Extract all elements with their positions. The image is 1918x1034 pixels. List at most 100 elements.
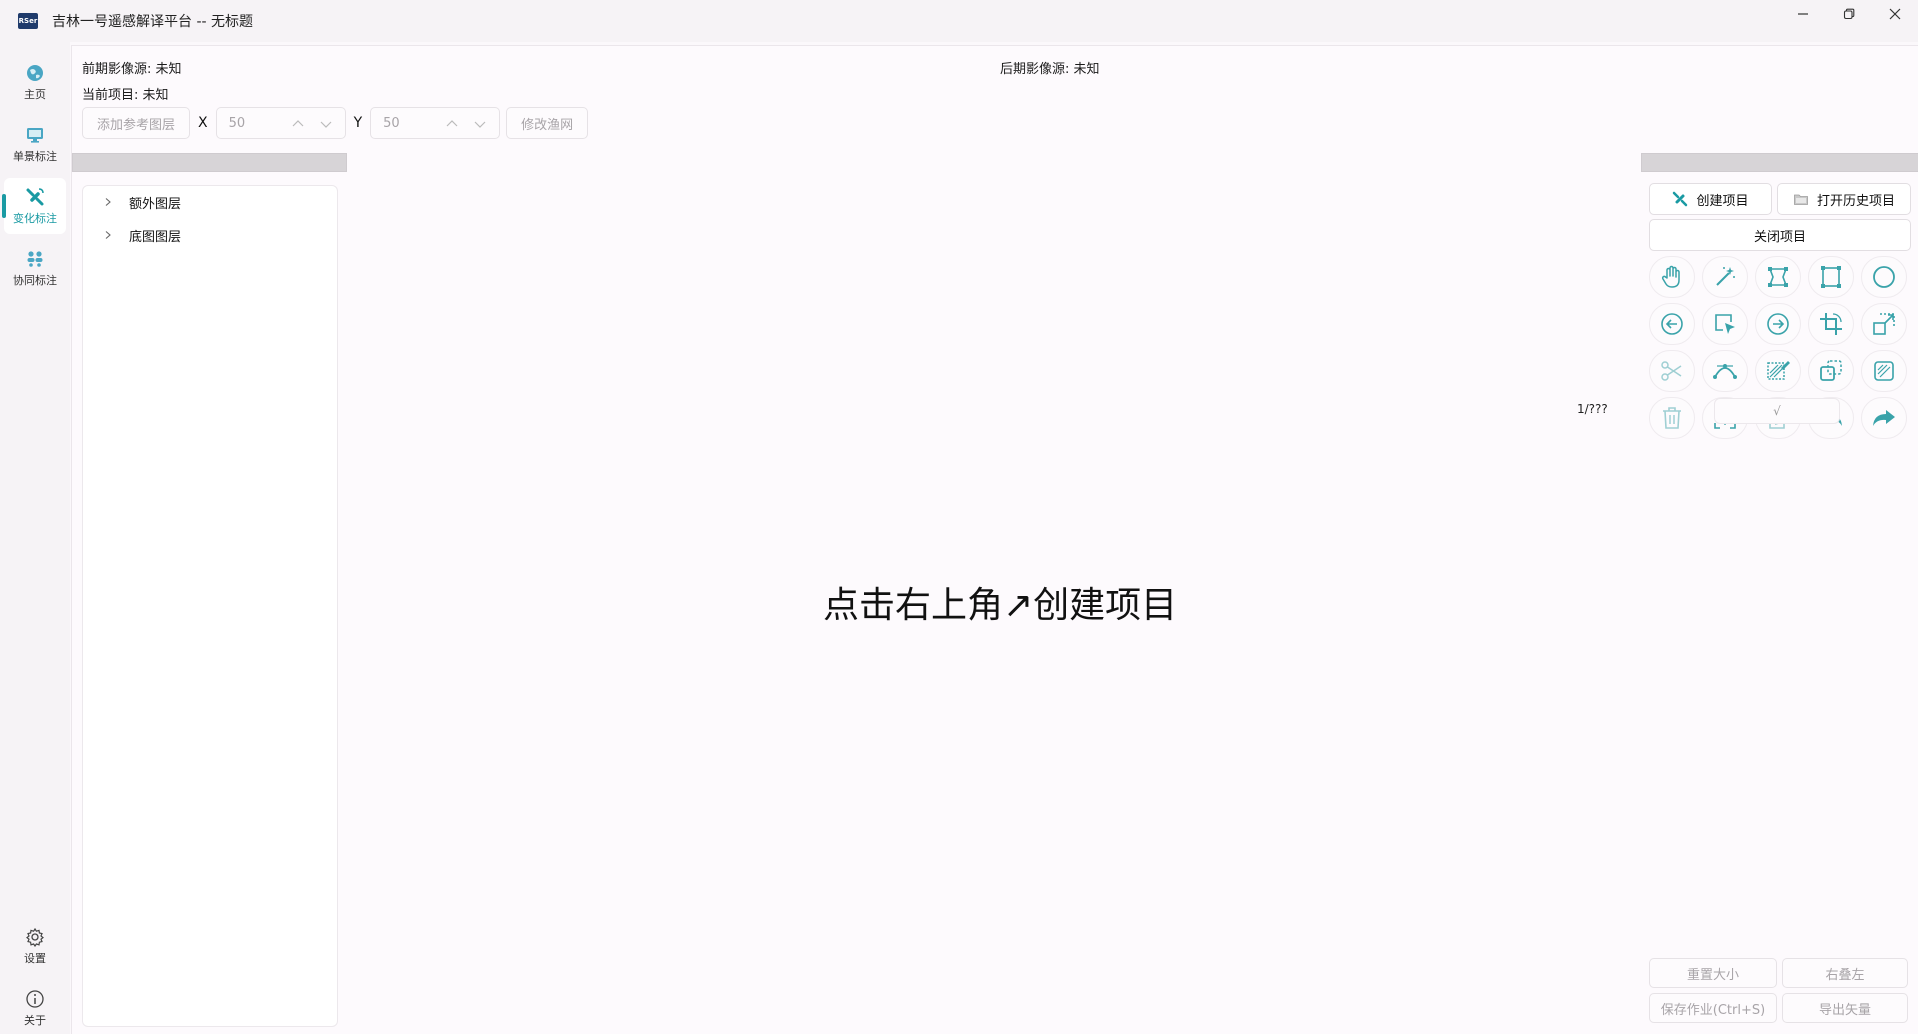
next-button[interactable] xyxy=(1755,303,1801,345)
chevron-right-icon[interactable] xyxy=(103,197,113,207)
chevron-down-icon[interactable] xyxy=(319,117,333,131)
right-progress-bar xyxy=(1641,153,1918,172)
right-over-left-button[interactable]: 右叠左 xyxy=(1782,958,1908,988)
main-content: 前期影像源: 未知 后期影像源: 未知 当前项目: 未知 添加参考图层 X 50… xyxy=(71,45,1918,1034)
chevron-right-icon[interactable] xyxy=(103,230,113,240)
trash-icon xyxy=(1663,407,1681,429)
nav-label-about: 关于 xyxy=(24,1013,46,1027)
satellite-icon xyxy=(26,187,44,205)
polygon-nodes-icon xyxy=(1768,267,1788,287)
copy-shape-tool-button[interactable] xyxy=(1808,350,1854,392)
minimize-button[interactable] xyxy=(1780,0,1826,28)
x-label: X xyxy=(198,115,208,131)
nav-item-about[interactable]: 关于 xyxy=(4,980,66,1034)
circle-icon xyxy=(1873,266,1895,288)
nav-label-collab: 协同标注 xyxy=(13,273,57,287)
redo-icon xyxy=(1873,410,1895,426)
restore-icon xyxy=(1843,8,1855,20)
collab-icon xyxy=(27,250,43,267)
select-tool-button[interactable] xyxy=(1702,303,1748,345)
create-project-label: 创建项目 xyxy=(1696,193,1749,209)
left-navigation: 主页 单景标注 变化标注 协同标注 设置 关于 xyxy=(0,42,70,1034)
chevron-up-icon[interactable] xyxy=(445,117,459,131)
current-project: 当前项目: 未知 xyxy=(82,88,169,103)
gear-icon xyxy=(26,927,44,947)
crop-tool-button[interactable] xyxy=(1808,303,1854,345)
previous-button[interactable] xyxy=(1649,303,1695,345)
satellite-icon xyxy=(1673,191,1688,207)
cut-tool-button[interactable] xyxy=(1649,350,1695,392)
open-history-project-button[interactable]: 打开历史项目 xyxy=(1777,183,1911,215)
open-history-label: 打开历史项目 xyxy=(1816,193,1895,209)
center-hint-message: 点击右上角↗创建项目 xyxy=(823,585,1178,626)
nav-item-collab[interactable]: 协同标注 xyxy=(4,240,66,296)
crop-icon xyxy=(1820,313,1842,335)
layer-tree-panel: 额外图层 底图图层 xyxy=(82,185,338,1027)
curve-tool-button[interactable] xyxy=(1702,350,1748,392)
chevron-up-icon[interactable] xyxy=(291,117,305,131)
prev-image-source: 前期影像源: 未知 xyxy=(82,62,182,77)
globe-icon xyxy=(27,64,43,81)
close-button[interactable] xyxy=(1872,0,1918,28)
magic-wand-icon xyxy=(1716,267,1735,286)
restore-button[interactable] xyxy=(1826,0,1872,28)
hatch-edit-tool-button[interactable] xyxy=(1755,350,1801,392)
window-controls xyxy=(1780,0,1918,28)
rectangle-icon xyxy=(1821,266,1841,288)
delete-tool-button[interactable] xyxy=(1649,397,1695,439)
window-title: 吉林一号遥感解译平台 -- 无标题 xyxy=(52,14,254,30)
chevron-down-icon[interactable] xyxy=(473,117,487,131)
add-reference-layer-button[interactable]: 添加参考图层 xyxy=(82,107,190,139)
nav-item-settings[interactable]: 设置 xyxy=(4,918,66,974)
nav-label-single-scene: 单景标注 xyxy=(13,149,57,163)
resize-icon xyxy=(1873,313,1895,335)
x-spinbox[interactable]: 50 xyxy=(215,107,346,139)
export-vector-button[interactable]: 导出矢量 xyxy=(1782,993,1908,1023)
arrow-left-circle-icon xyxy=(1661,313,1683,335)
hand-icon xyxy=(1661,265,1680,288)
circle-tool-button[interactable] xyxy=(1861,256,1907,298)
nav-item-change-annotation[interactable]: 变化标注 xyxy=(2,178,66,234)
y-label: Y xyxy=(353,115,363,131)
title-bar: RSer 吉林一号遥感解译平台 -- 无标题 xyxy=(0,0,1918,42)
post-image-source: 后期影像源: 未知 xyxy=(1000,62,1100,77)
curve-icon xyxy=(1713,364,1737,379)
y-spinbox[interactable]: 50 xyxy=(370,107,501,139)
create-project-button[interactable]: 创建项目 xyxy=(1649,183,1772,215)
left-progress-bar xyxy=(72,153,347,172)
x-value: 50 xyxy=(228,115,246,131)
arrow-right-circle-icon xyxy=(1767,313,1789,335)
folder-icon xyxy=(1794,194,1808,205)
minimize-icon xyxy=(1798,13,1808,15)
close-icon xyxy=(1889,8,1901,20)
nav-item-single-scene[interactable]: 单景标注 xyxy=(4,116,66,172)
save-work-button[interactable]: 保存作业(Ctrl+S) xyxy=(1649,993,1777,1023)
polygon-tool-button[interactable] xyxy=(1755,256,1801,298)
hatch-square-tool-button[interactable] xyxy=(1861,350,1907,392)
scissors-icon xyxy=(1661,361,1682,381)
sample-counter: 1/??? xyxy=(1577,402,1608,416)
rectangle-tool-button[interactable] xyxy=(1808,256,1854,298)
tree-item-label: 底图图层 xyxy=(129,229,182,245)
tree-item-extra-layers[interactable]: 额外图层 xyxy=(103,190,181,214)
redo-button[interactable] xyxy=(1861,397,1907,439)
nav-label-change-annotation: 变化标注 xyxy=(13,211,57,225)
select-box-icon xyxy=(1715,314,1735,334)
resize-tool-button[interactable] xyxy=(1861,303,1907,345)
magic-wand-tool-button[interactable] xyxy=(1702,256,1748,298)
nav-label-home: 主页 xyxy=(24,87,46,101)
hatch-square-icon xyxy=(1874,361,1894,381)
pan-tool-button[interactable] xyxy=(1649,256,1695,298)
close-project-button[interactable]: 关闭项目 xyxy=(1649,219,1911,251)
app-logo: RSer xyxy=(18,13,38,29)
modify-grid-button[interactable]: 修改渔网 xyxy=(506,107,589,139)
hatch-edit-icon xyxy=(1767,361,1790,380)
tree-item-label: 额外图层 xyxy=(129,196,182,212)
copy-shape-icon xyxy=(1820,360,1842,381)
confirm-button[interactable]: √ xyxy=(1714,398,1840,424)
tree-item-basemap-layers[interactable]: 底图图层 xyxy=(103,223,181,247)
reset-size-button[interactable]: 重置大小 xyxy=(1649,958,1777,988)
y-value: 50 xyxy=(383,115,400,131)
monitor-icon xyxy=(27,127,43,143)
nav-item-home[interactable]: 主页 xyxy=(4,54,66,110)
